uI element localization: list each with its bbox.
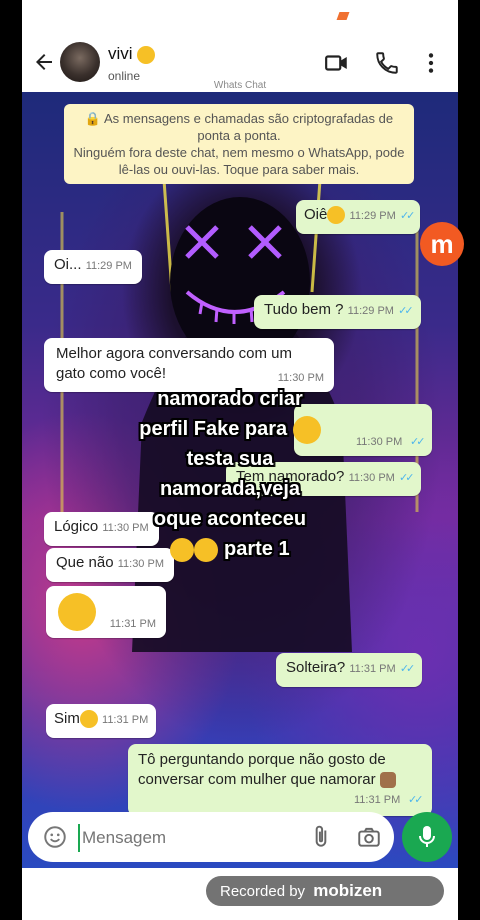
thumbs-up-emoji-icon [379,772,396,789]
crying-emoji-icon [170,537,195,562]
message-time: 11:30 PM [356,436,403,448]
pleading-emoji-icon [194,537,219,562]
caption-line: namorado criar [157,388,303,410]
mic-button[interactable] [402,812,452,862]
message-incoming[interactable]: Oi... 11:29 PM [44,250,142,284]
message-time: 11:29 PM [85,260,132,272]
grinning-emoji-icon [292,415,321,444]
contact-name-text: vivi [108,44,133,63]
smiling-hearts-emoji-icon [137,45,156,64]
message-time: 11:31 PM [354,794,401,806]
message-outgoing[interactable]: Oiê 11:29 PM ✓✓ [296,200,421,234]
read-ticks-icon: ✓✓ [398,305,414,317]
read-ticks-icon: ✓✓ [399,210,416,222]
message-time: 11:29 PM [349,210,396,222]
encryption-notice[interactable]: 🔒 As mensagens e chamadas são criptograf… [64,104,414,184]
message-text: Melhor agora conversando com um gato com… [56,345,292,382]
caption-line: testa sua [186,448,274,470]
message-text: Tô perguntando porque não gosto de conve… [138,751,386,788]
avatar[interactable] [60,42,100,82]
read-ticks-icon: ✓✓ [410,436,426,448]
more-options-icon[interactable] [418,50,444,76]
lock-icon: 🔒 [84,111,105,126]
message-text: Solteira? [286,659,346,676]
message-input-bar [28,812,394,862]
recorder-watermark: Recorded by mobizen [206,876,444,906]
status-bar [22,0,458,34]
microphone-icon [419,826,435,847]
message-time: 11:29 PM [347,305,394,317]
app-watermark: Whats Chat [213,80,267,91]
message-text: Lógico [54,518,99,535]
emoji-icon[interactable] [42,824,68,850]
message-text: Tudo bem ? [264,301,344,318]
caption-line: oque aconteceu [153,508,307,530]
message-incoming[interactable]: Sim 11:31 PM [46,704,157,738]
message-input[interactable] [78,824,284,852]
message-outgoing[interactable]: Tô perguntando porque não gosto de conve… [128,744,432,816]
encryption-notice-body: Ninguém fora deste chat, nem mesmo o Wha… [73,145,405,177]
phone-call-icon[interactable] [374,50,400,76]
read-ticks-icon: ✓✓ [399,663,416,675]
message-outgoing[interactable]: Tudo bem ? 11:29 PM ✓✓ [254,295,421,329]
caption-line: parte 1 [110,534,350,564]
message-text: Oi... [54,256,82,273]
heart-eyes-emoji-icon [79,710,98,729]
read-ticks-icon: ✓✓ [408,794,424,806]
caption-line: namorada,veja [159,478,301,500]
notification-icon [336,12,350,20]
message-time: 11:31 PM [109,618,156,630]
recorder-label: Recorded by [220,883,306,900]
message-text: Sim [54,710,80,727]
attach-icon[interactable] [308,824,334,850]
read-ticks-icon: ✓✓ [399,472,415,484]
camera-icon[interactable] [356,824,382,850]
recorder-brand: mobizen [313,881,383,900]
message-text: Que não [56,554,114,571]
message-outgoing[interactable]: Solteira? 11:31 PM ✓✓ [276,653,423,687]
message-time: 11:31 PM [349,663,396,675]
video-call-icon[interactable] [324,50,350,76]
message-text: Oiê [304,206,328,223]
smirk-emoji-icon [58,593,96,631]
encryption-notice-headline: As mensagens e chamadas são criptografad… [104,111,394,143]
mobizen-logo-icon[interactable]: m [420,222,464,266]
message-time: 11:30 PM [348,472,395,484]
contact-name[interactable]: vivi [108,44,156,64]
message-time: 11:31 PM [102,714,149,726]
caption-line: perfil Fake para [110,414,350,444]
message-incoming[interactable]: 11:31 PM [46,586,166,638]
grinning-emoji-icon [327,206,346,225]
back-arrow-icon[interactable] [32,50,56,74]
video-caption-overlay: namorado criar perfil Fake para testa su… [110,384,350,564]
